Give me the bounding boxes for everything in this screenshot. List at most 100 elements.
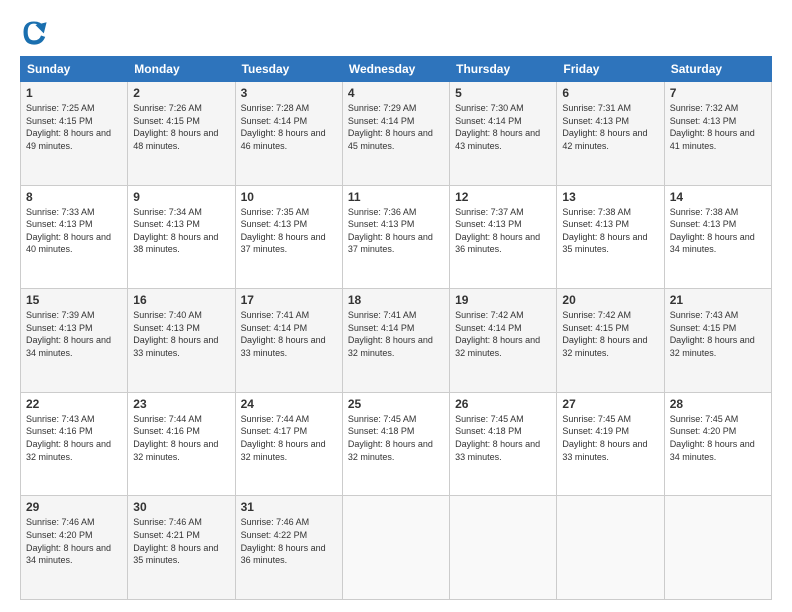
cell-info: Sunrise: 7:39 AMSunset: 4:13 PMDaylight:… [26, 309, 122, 359]
cell-info: Sunrise: 7:25 AMSunset: 4:15 PMDaylight:… [26, 102, 122, 152]
logo-area [20, 18, 52, 46]
cell-info: Sunrise: 7:38 AMSunset: 4:13 PMDaylight:… [670, 206, 766, 256]
calendar-cell: 4Sunrise: 7:29 AMSunset: 4:14 PMDaylight… [342, 82, 449, 186]
cell-info: Sunrise: 7:29 AMSunset: 4:14 PMDaylight:… [348, 102, 444, 152]
calendar-cell: 13 Sunrise: 7:38 AMSunset: 4:13 PMDayligh… [557, 185, 664, 289]
cell-info: Sunrise: 7:41 AMSunset: 4:14 PMDaylight:… [241, 309, 337, 359]
cell-info: Sunrise: 7:45 AMSunset: 4:18 PMDaylight:… [455, 413, 551, 463]
calendar-cell: 25 Sunrise: 7:45 AMSunset: 4:18 PMDayligh… [342, 392, 449, 496]
cell-info: Sunrise: 7:46 AMSunset: 4:21 PMDaylight:… [133, 516, 229, 566]
day-number: 21 [670, 293, 766, 307]
header [20, 18, 772, 46]
day-number: 13 [562, 190, 658, 204]
cell-info: Sunrise: 7:43 AMSunset: 4:16 PMDaylight:… [26, 413, 122, 463]
calendar-cell: 9 Sunrise: 7:34 AMSunset: 4:13 PMDaylight… [128, 185, 235, 289]
cell-info: Sunrise: 7:44 AMSunset: 4:17 PMDaylight:… [241, 413, 337, 463]
calendar-cell: 31 Sunrise: 7:46 AMSunset: 4:22 PMDayligh… [235, 496, 342, 600]
calendar-cell [557, 496, 664, 600]
calendar-week-row: 29 Sunrise: 7:46 AMSunset: 4:20 PMDayligh… [21, 496, 772, 600]
calendar-cell [450, 496, 557, 600]
calendar-cell: 15 Sunrise: 7:39 AMSunset: 4:13 PMDayligh… [21, 289, 128, 393]
calendar-header-row: SundayMondayTuesdayWednesdayThursdayFrid… [21, 57, 772, 82]
calendar-cell: 29 Sunrise: 7:46 AMSunset: 4:20 PMDayligh… [21, 496, 128, 600]
calendar-cell: 6 Sunrise: 7:31 AMSunset: 4:13 PMDaylight… [557, 82, 664, 186]
day-number: 18 [348, 293, 444, 307]
day-number: 2 [133, 86, 229, 100]
day-number: 29 [26, 500, 122, 514]
calendar-cell: 24 Sunrise: 7:44 AMSunset: 4:17 PMDayligh… [235, 392, 342, 496]
day-number: 30 [133, 500, 229, 514]
day-number: 3 [241, 86, 337, 100]
day-number: 10 [241, 190, 337, 204]
day-number: 31 [241, 500, 337, 514]
calendar-cell: 1 Sunrise: 7:25 AMSunset: 4:15 PMDaylight… [21, 82, 128, 186]
cell-info: Sunrise: 7:26 AMSunset: 4:15 PMDaylight:… [133, 102, 229, 152]
calendar-cell: 26 Sunrise: 7:45 AMSunset: 4:18 PMDayligh… [450, 392, 557, 496]
calendar-cell: 12 Sunrise: 7:37 AMSunset: 4:13 PMDayligh… [450, 185, 557, 289]
calendar-cell: 5Sunrise: 7:30 AMSunset: 4:14 PMDaylight… [450, 82, 557, 186]
cell-info: Sunrise: 7:31 AMSunset: 4:13 PMDaylight:… [562, 102, 658, 152]
calendar-cell: 17 Sunrise: 7:41 AMSunset: 4:14 PMDayligh… [235, 289, 342, 393]
cell-info: Sunrise: 7:42 AMSunset: 4:15 PMDaylight:… [562, 309, 658, 359]
cell-info: Sunrise: 7:45 AMSunset: 4:20 PMDaylight:… [670, 413, 766, 463]
cell-info: Sunrise: 7:34 AMSunset: 4:13 PMDaylight:… [133, 206, 229, 256]
day-number: 12 [455, 190, 551, 204]
weekday-header: Saturday [664, 57, 771, 82]
cell-info: Sunrise: 7:43 AMSunset: 4:15 PMDaylight:… [670, 309, 766, 359]
day-number: 19 [455, 293, 551, 307]
cell-info: Sunrise: 7:45 AMSunset: 4:18 PMDaylight:… [348, 413, 444, 463]
day-number: 16 [133, 293, 229, 307]
day-number: 27 [562, 397, 658, 411]
calendar-cell: 10 Sunrise: 7:35 AMSunset: 4:13 PMDayligh… [235, 185, 342, 289]
cell-info: Sunrise: 7:40 AMSunset: 4:13 PMDaylight:… [133, 309, 229, 359]
calendar-cell: 19 Sunrise: 7:42 AMSunset: 4:14 PMDayligh… [450, 289, 557, 393]
cell-info: Sunrise: 7:35 AMSunset: 4:13 PMDaylight:… [241, 206, 337, 256]
day-number: 6 [562, 86, 658, 100]
calendar-cell: 3 Sunrise: 7:28 AMSunset: 4:14 PMDaylight… [235, 82, 342, 186]
calendar: SundayMondayTuesdayWednesdayThursdayFrid… [20, 56, 772, 600]
day-number: 9 [133, 190, 229, 204]
cell-info: Sunrise: 7:46 AMSunset: 4:20 PMDaylight:… [26, 516, 122, 566]
calendar-cell: 30 Sunrise: 7:46 AMSunset: 4:21 PMDayligh… [128, 496, 235, 600]
day-number: 23 [133, 397, 229, 411]
weekday-header: Monday [128, 57, 235, 82]
calendar-cell: 14 Sunrise: 7:38 AMSunset: 4:13 PMDayligh… [664, 185, 771, 289]
calendar-cell: 16 Sunrise: 7:40 AMSunset: 4:13 PMDayligh… [128, 289, 235, 393]
calendar-week-row: 22Sunrise: 7:43 AMSunset: 4:16 PMDayligh… [21, 392, 772, 496]
cell-info: Sunrise: 7:42 AMSunset: 4:14 PMDaylight:… [455, 309, 551, 359]
day-number: 28 [670, 397, 766, 411]
day-number: 24 [241, 397, 337, 411]
calendar-cell: 11 Sunrise: 7:36 AMSunset: 4:13 PMDayligh… [342, 185, 449, 289]
calendar-cell: 8Sunrise: 7:33 AMSunset: 4:13 PMDaylight… [21, 185, 128, 289]
cell-info: Sunrise: 7:28 AMSunset: 4:14 PMDaylight:… [241, 102, 337, 152]
day-number: 7 [670, 86, 766, 100]
calendar-week-row: 8Sunrise: 7:33 AMSunset: 4:13 PMDaylight… [21, 185, 772, 289]
weekday-header: Friday [557, 57, 664, 82]
calendar-cell: 18Sunrise: 7:41 AMSunset: 4:14 PMDayligh… [342, 289, 449, 393]
day-number: 26 [455, 397, 551, 411]
cell-info: Sunrise: 7:46 AMSunset: 4:22 PMDaylight:… [241, 516, 337, 566]
weekday-header: Sunday [21, 57, 128, 82]
calendar-cell: 23Sunrise: 7:44 AMSunset: 4:16 PMDayligh… [128, 392, 235, 496]
day-number: 17 [241, 293, 337, 307]
cell-info: Sunrise: 7:37 AMSunset: 4:13 PMDaylight:… [455, 206, 551, 256]
day-number: 1 [26, 86, 122, 100]
day-number: 14 [670, 190, 766, 204]
calendar-week-row: 15 Sunrise: 7:39 AMSunset: 4:13 PMDayligh… [21, 289, 772, 393]
cell-info: Sunrise: 7:38 AMSunset: 4:13 PMDaylight:… [562, 206, 658, 256]
weekday-header: Thursday [450, 57, 557, 82]
logo-icon [20, 18, 48, 46]
cell-info: Sunrise: 7:32 AMSunset: 4:13 PMDaylight:… [670, 102, 766, 152]
calendar-cell: 2 Sunrise: 7:26 AMSunset: 4:15 PMDaylight… [128, 82, 235, 186]
day-number: 25 [348, 397, 444, 411]
page: SundayMondayTuesdayWednesdayThursdayFrid… [0, 0, 792, 612]
cell-info: Sunrise: 7:45 AMSunset: 4:19 PMDaylight:… [562, 413, 658, 463]
cell-info: Sunrise: 7:30 AMSunset: 4:14 PMDaylight:… [455, 102, 551, 152]
calendar-cell: 27 Sunrise: 7:45 AMSunset: 4:19 PMDayligh… [557, 392, 664, 496]
calendar-cell: 20Sunrise: 7:42 AMSunset: 4:15 PMDayligh… [557, 289, 664, 393]
day-number: 8 [26, 190, 122, 204]
cell-info: Sunrise: 7:36 AMSunset: 4:13 PMDaylight:… [348, 206, 444, 256]
day-number: 15 [26, 293, 122, 307]
calendar-cell [664, 496, 771, 600]
day-number: 11 [348, 190, 444, 204]
